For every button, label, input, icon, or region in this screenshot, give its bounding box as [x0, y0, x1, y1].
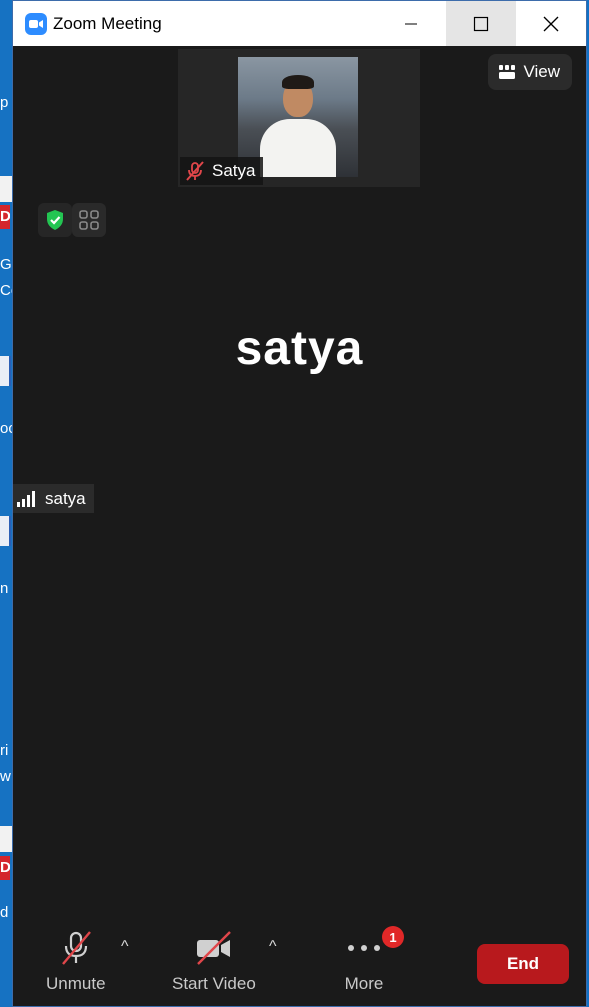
desktop-icon-label: p	[0, 94, 9, 111]
window-controls	[376, 1, 586, 46]
desktop-icon	[0, 356, 11, 386]
mic-muted-icon	[61, 931, 91, 965]
security-button[interactable]	[38, 203, 72, 237]
desktop-icon	[0, 176, 12, 202]
notification-badge: 1	[382, 926, 404, 948]
video-options-caret-icon[interactable]: ^	[269, 938, 277, 956]
end-meeting-button[interactable]: End	[477, 944, 569, 984]
zoom-meeting-window: Zoom Meeting Satya View satya satya Unmu…	[12, 0, 587, 1007]
shield-check-icon	[47, 210, 63, 230]
zoom-app-icon	[25, 12, 47, 35]
active-speaker-name-tag: satya	[13, 484, 94, 513]
desktop-icon-label: d	[0, 904, 9, 921]
mic-muted-icon	[186, 161, 204, 181]
audio-options-caret-icon[interactable]: ^	[121, 938, 129, 956]
desktop-icon-label: G	[0, 256, 12, 273]
view-button[interactable]: View	[488, 54, 572, 90]
window-title: Zoom Meeting	[53, 13, 162, 33]
participant-name-tag: Satya	[180, 157, 264, 185]
desktop-icon-label: ri	[0, 742, 9, 759]
more-dots-icon	[348, 945, 380, 951]
desktop-icon-label: oc	[0, 420, 12, 437]
desktop-icon-label: w	[0, 768, 11, 785]
participant-name: Satya	[212, 161, 256, 180]
participant-thumbnail[interactable]: Satya	[178, 49, 420, 187]
signal-strength-icon	[17, 490, 35, 507]
start-video-button[interactable]: Start Video	[172, 930, 256, 994]
person-body	[260, 119, 336, 177]
grid-icon	[79, 210, 99, 230]
grid-layout-button[interactable]	[72, 203, 106, 237]
more-button[interactable]: 1 More	[342, 926, 404, 994]
desktop-icon	[0, 826, 12, 852]
close-icon	[543, 16, 559, 31]
maximize-button[interactable]	[446, 1, 516, 46]
view-label: View	[523, 62, 560, 81]
desktop-icon-label: D	[0, 205, 10, 229]
start-video-label: Start Video	[172, 974, 256, 993]
desktop-icon-label: n	[0, 580, 9, 597]
video-off-icon	[196, 931, 231, 965]
active-speaker-label: satya	[45, 488, 86, 508]
minimize-icon	[405, 23, 417, 24]
meeting-toolbar: Unmute ^ Start Video ^ 1 More End	[13, 916, 586, 1006]
unmute-button[interactable]: Unmute	[46, 930, 106, 994]
minimize-button[interactable]	[376, 1, 446, 46]
desktop-icon-label: Co	[0, 282, 12, 299]
unmute-label: Unmute	[46, 974, 106, 993]
active-speaker-name: satya	[235, 322, 364, 375]
person-hair	[282, 75, 314, 89]
close-button[interactable]	[516, 1, 586, 46]
view-grid-icon	[499, 65, 516, 79]
title-bar[interactable]: Zoom Meeting	[13, 1, 586, 46]
desktop-background: p D G Co oc n ri w D d	[0, 0, 12, 1007]
more-icon-wrap: 1	[342, 926, 404, 966]
maximize-icon	[473, 16, 489, 31]
desktop-icon-label: D	[0, 856, 10, 880]
desktop-icon	[0, 516, 11, 546]
more-label: More	[344, 974, 384, 993]
